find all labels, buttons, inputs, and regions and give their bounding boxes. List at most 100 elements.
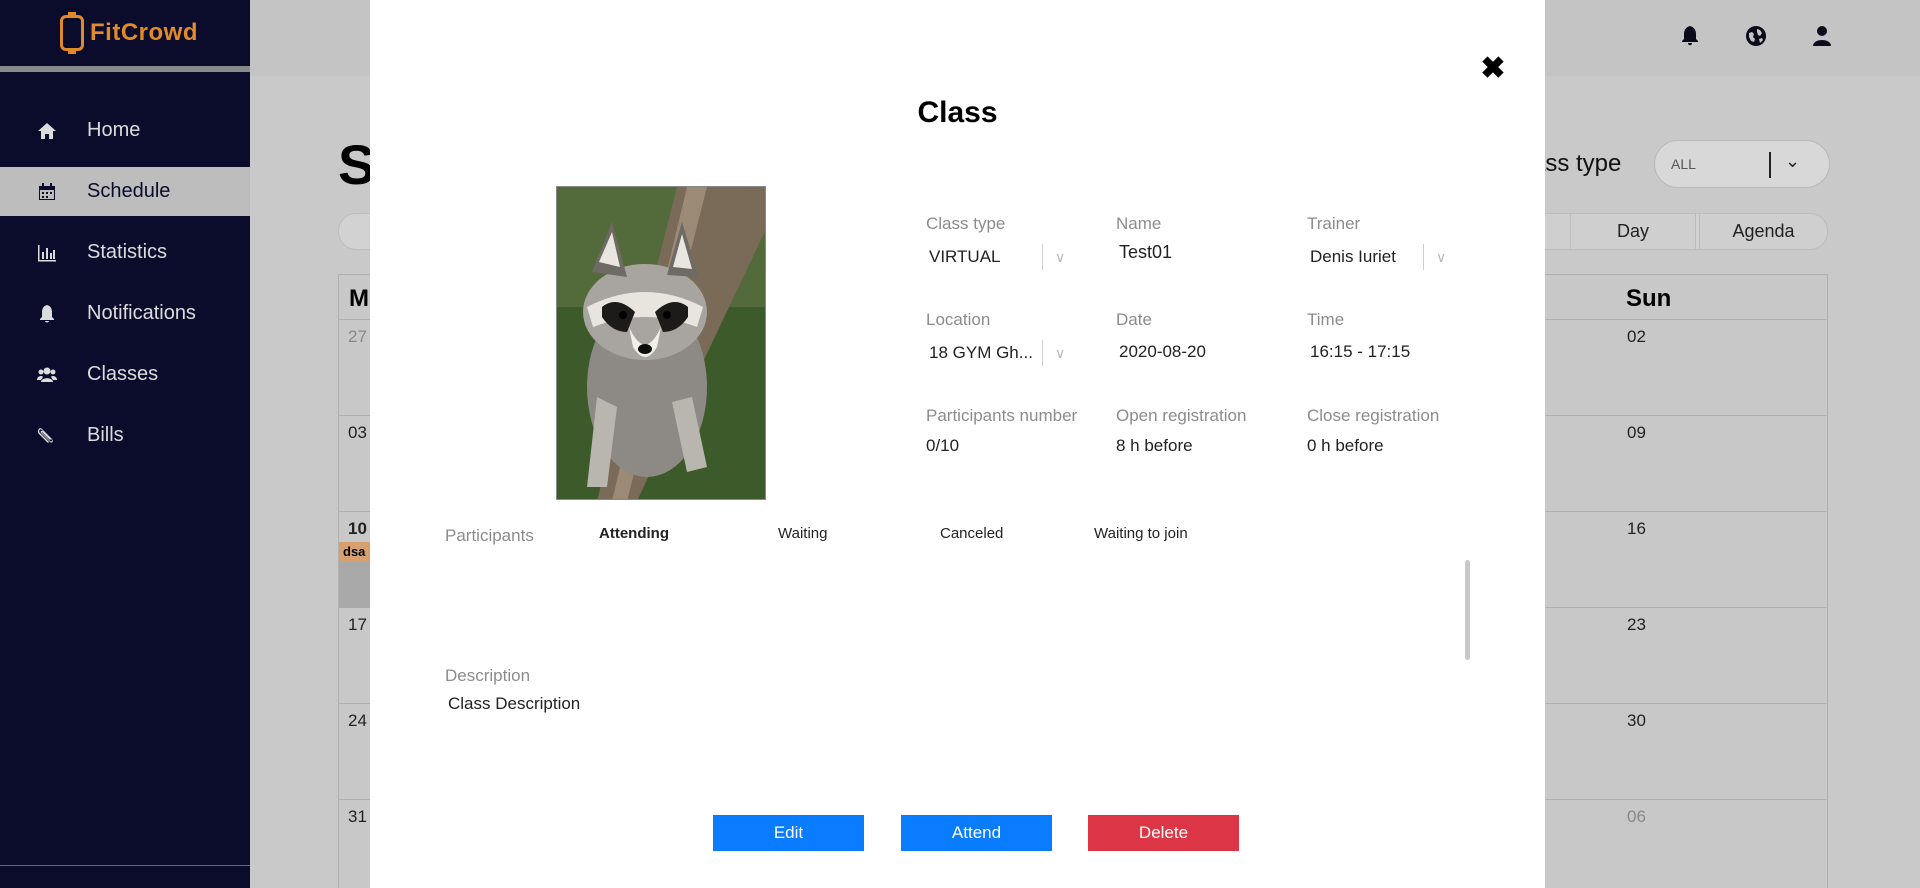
date-cell: 31	[348, 807, 367, 826]
today-highlight	[339, 562, 373, 608]
open-registration-label: Open registration	[1116, 406, 1247, 425]
date-cell: 30	[1627, 711, 1646, 730]
close-registration-field: Close registration 0 h before	[1307, 406, 1439, 456]
date-cell: 24	[348, 711, 367, 730]
time-label: Time	[1307, 310, 1345, 329]
name-label: Name	[1116, 214, 1162, 233]
open-registration-field: Open registration 8 h before	[1116, 406, 1246, 456]
sidebar-divider	[0, 865, 250, 866]
globe-icon[interactable]	[1744, 24, 1768, 53]
sidebar-item-home[interactable]: Home	[0, 106, 250, 155]
close-registration-label: Close registration	[1307, 406, 1440, 425]
sidebar-item-statistics[interactable]: Statistics	[0, 228, 250, 277]
open-registration-value: 8 h before	[1116, 436, 1193, 455]
participants-number-field: Participants number 0/10	[926, 406, 1077, 456]
name-input[interactable]: Test01	[1116, 242, 1172, 263]
users-icon	[36, 365, 58, 385]
attend-button[interactable]: Attend	[901, 815, 1052, 851]
date-cell: 06	[1627, 807, 1646, 826]
chevron-down-icon: ⌄	[1785, 151, 1801, 171]
class-type-field: Class type VIRTUAL ∨	[926, 214, 1065, 272]
trainer-field: Trainer Denis Iuriet ∨	[1307, 214, 1446, 272]
chevron-down-icon: ∨	[1055, 344, 1066, 361]
class-type-filter-label: ass type	[1532, 150, 1622, 177]
sidebar-item-classes[interactable]: Classes	[0, 350, 250, 399]
tab-waiting[interactable]: Waiting	[778, 525, 827, 542]
home-icon	[36, 121, 58, 141]
description-text[interactable]: Class Description	[448, 694, 580, 714]
sidebar-item-label: Statistics	[87, 241, 168, 263]
day-header-mon: M	[349, 285, 369, 312]
class-type-select[interactable]: VIRTUAL ∨	[926, 242, 1065, 272]
location-field: Location 18 GYM Gh... ∨	[926, 310, 1065, 368]
date-label: Date	[1116, 310, 1152, 329]
sidebar-item-label: Notifications	[87, 302, 196, 324]
sidebar-item-label: Schedule	[87, 180, 171, 202]
bell-icon[interactable]	[1678, 24, 1702, 53]
description-label: Description	[445, 666, 531, 685]
date-cell: 02	[1627, 327, 1646, 346]
sidebar-item-notifications[interactable]: Notifications	[0, 289, 250, 338]
trainer-select[interactable]: Denis Iuriet ∨	[1307, 242, 1446, 272]
sidebar-item-label: Classes	[87, 363, 159, 385]
date-input[interactable]: 2020-08-20	[1116, 342, 1206, 362]
trainer-label: Trainer	[1307, 214, 1361, 233]
select-separator	[1042, 340, 1043, 366]
sidebar: FitCrowd Home Schedule Statistics Notifi…	[0, 0, 250, 888]
select-separator	[1042, 244, 1043, 270]
sidebar-nav: Home Schedule Statistics Notifications C…	[0, 106, 250, 460]
day-header-sun: Sun	[1626, 285, 1672, 312]
participants-number-label: Participants number	[926, 406, 1078, 425]
date-cell: 09	[1627, 423, 1646, 442]
date-cell: 16	[1627, 519, 1646, 538]
view-day-button[interactable]: Day	[1570, 213, 1696, 250]
participants-label: Participants	[445, 526, 534, 545]
brand-logo[interactable]: FitCrowd	[0, 0, 250, 72]
modal-title: Class	[917, 96, 998, 129]
date-cell: 17	[348, 615, 367, 634]
class-image	[556, 186, 766, 500]
name-field: Name Test01	[1116, 214, 1172, 263]
trainer-value: Denis Iuriet	[1310, 247, 1396, 266]
class-type-label: Class type	[926, 214, 1006, 233]
chevron-down-icon: ∨	[1055, 248, 1066, 265]
bell-icon	[36, 304, 58, 324]
close-registration-value: 0 h before	[1307, 436, 1384, 455]
user-icon[interactable]	[1810, 24, 1834, 53]
filter-value: ALL	[1671, 156, 1696, 172]
bar-chart-icon	[36, 243, 58, 263]
paperclip-icon	[36, 426, 58, 446]
date-cell: 27	[348, 327, 367, 346]
tab-canceled[interactable]: Canceled	[940, 525, 1003, 542]
location-select[interactable]: 18 GYM Gh... ∨	[926, 338, 1065, 368]
time-input[interactable]: 16:15 - 17:15	[1307, 342, 1410, 362]
date-field: Date 2020-08-20	[1116, 310, 1206, 362]
watch-logo-icon	[60, 12, 84, 54]
class-modal: ✖ Class Class type VIRTUAL ∨ Name Test01…	[370, 0, 1545, 888]
location-label: Location	[926, 310, 991, 329]
view-agenda-button[interactable]: Agenda	[1699, 213, 1828, 250]
chevron-down-icon: ∨	[1436, 248, 1447, 265]
sidebar-item-label: Home	[87, 119, 141, 141]
date-cell: 03	[348, 423, 367, 442]
class-type-value: VIRTUAL	[929, 247, 1001, 266]
tab-attending[interactable]: Attending	[599, 525, 669, 542]
sidebar-item-bills[interactable]: Bills	[0, 411, 250, 460]
sidebar-item-label: Bills	[87, 424, 124, 446]
class-type-filter-select[interactable]: ALL ⌄	[1654, 140, 1830, 188]
tab-waiting-to-join[interactable]: Waiting to join	[1094, 525, 1188, 542]
date-cell: 23	[1627, 615, 1646, 634]
date-cell-today: 10	[348, 519, 367, 538]
select-separator	[1423, 244, 1424, 270]
brand-name: FitCrowd	[90, 19, 198, 46]
location-value: 18 GYM Gh...	[929, 343, 1033, 362]
close-icon[interactable]: ✖	[1480, 54, 1506, 84]
calendar-icon	[36, 182, 58, 202]
delete-button[interactable]: Delete	[1088, 815, 1239, 851]
time-field: Time 16:15 - 17:15	[1307, 310, 1410, 362]
calendar-event-chip[interactable]: dsa	[339, 542, 373, 562]
edit-button[interactable]: Edit	[713, 815, 864, 851]
select-separator	[1769, 152, 1771, 178]
sidebar-item-schedule[interactable]: Schedule	[0, 167, 250, 216]
participants-scrollbar[interactable]	[1465, 560, 1470, 660]
